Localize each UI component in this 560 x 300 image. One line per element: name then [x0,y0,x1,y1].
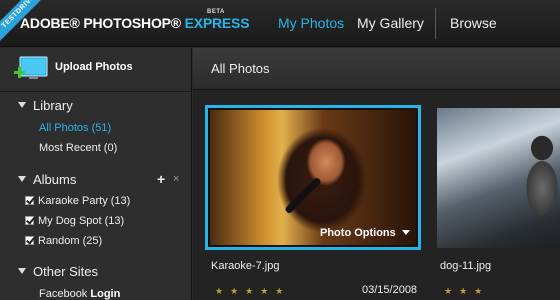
top-bar: TESTDRIVE ADOBE® PHOTOSHOP® EXPRESS BETA… [0,0,560,47]
upload-photos-button[interactable]: Upload Photos [0,48,192,92]
album-label: Karaoke Party (13) [38,195,131,207]
album-item[interactable]: My Dog Spot (13) [25,215,124,227]
album-checkbox[interactable] [25,196,34,205]
photo-filename: dog-11.jpg [440,260,492,272]
nav-my-photos[interactable]: My Photos [278,15,344,31]
upload-monitor-icon [14,56,48,79]
album-checkbox[interactable] [25,216,34,225]
library-item-all-photos[interactable]: All Photos (51) [39,122,111,134]
nav-browse[interactable]: Browse [450,15,497,31]
photo-date: 03/15/2008 [362,284,418,296]
collapse-triangle-icon [18,268,26,274]
site-name: Facebook [39,288,88,300]
albums-section-toggle[interactable]: Albums [18,172,76,187]
library-section-toggle[interactable]: Library [18,98,73,113]
library-item-most-recent[interactable]: Most Recent (0) [39,142,117,154]
logo-express-text: EXPRESS [184,15,250,31]
album-checkbox[interactable] [25,236,34,245]
beta-label: BETA [207,9,225,15]
sidebar: Upload Photos Library All Photos (51) Mo… [0,48,192,300]
star-rating[interactable]: ★★★★★ [215,286,290,297]
photo-options-button[interactable]: Photo Options [320,227,410,239]
album-item[interactable]: Karaoke Party (13) [25,195,130,207]
page-title: All Photos [211,61,270,76]
add-album-button[interactable]: + [157,171,165,187]
other-sites-section-toggle[interactable]: Other Sites [18,264,98,279]
other-sites-title: Other Sites [33,264,99,279]
photo-options-label: Photo Options [320,227,396,239]
albums-title: Albums [33,172,77,187]
upload-photos-label: Upload Photos [55,61,133,73]
star-rating[interactable]: ★★★ [444,286,489,297]
album-label: Random (25) [38,235,103,247]
logo-main-text: ADOBE® PHOTOSHOP® [20,15,181,31]
chevron-down-icon [401,230,410,235]
album-label: My Dog Spot (13) [38,215,125,227]
photo-thumbnail-selected[interactable]: Photo Options [205,105,421,250]
login-label: Login [90,288,121,300]
remove-album-button[interactable]: × [173,173,179,185]
main-header: All Photos [193,48,560,90]
collapse-triangle-icon [18,102,26,108]
dog-photo-image [519,128,560,218]
nav-my-gallery[interactable]: My Gallery [357,15,424,31]
nav-divider [435,8,436,39]
karaoke-photo-image [210,110,416,245]
photo-filename: Karaoke-7.jpg [211,260,280,272]
album-item[interactable]: Random (25) [25,235,102,247]
photo-thumbnail[interactable] [437,108,560,248]
facebook-login-link[interactable]: Facebook Login [39,288,120,300]
library-title: Library [33,98,73,113]
collapse-triangle-icon [18,176,26,182]
main-panel: All Photos Photo Options Karaoke-7.jpg ★… [193,48,560,300]
app-logo: ADOBE® PHOTOSHOP® EXPRESS [20,15,250,31]
